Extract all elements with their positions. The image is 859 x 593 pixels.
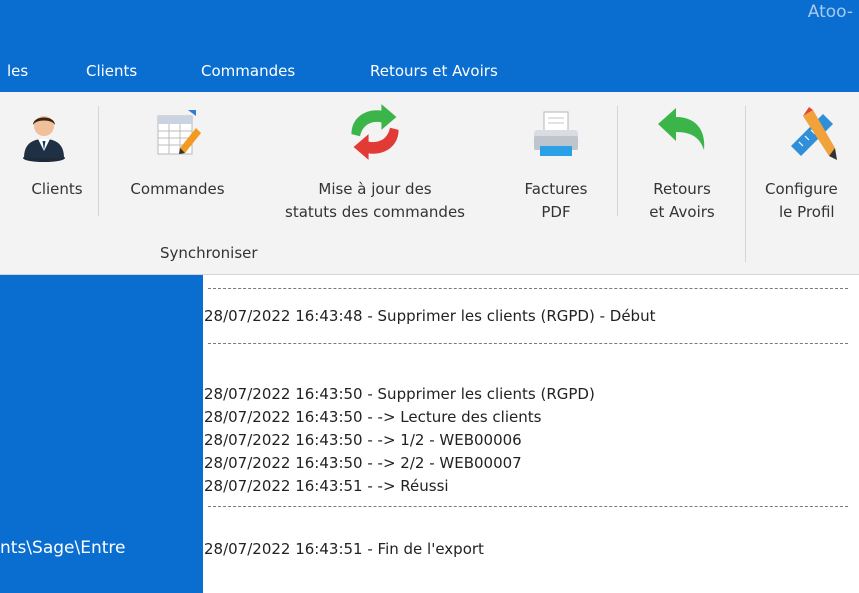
log-separator [208,288,848,289]
log-separator [208,343,848,344]
retours-label: Retours et Avoirs [627,178,737,224]
pencil-ruler-icon [791,107,837,160]
folder-path: nts\Sage\Entre [0,538,126,558]
sync-status-button[interactable]: Mise à jour des statuts des commandes [255,92,495,242]
ribbon-separator [98,106,99,216]
factures-label: Factures PDF [505,178,607,224]
log-line: 28/07/2022 16:43:48 - Supprimer les clie… [204,307,656,325]
printer-icon [534,111,578,156]
sync-status-label-line1: Mise à jour des [318,180,432,198]
menu-item-retours-avoirs[interactable]: Retours et Avoirs [370,62,498,80]
log-line: 28/07/2022 16:43:50 - -> Lecture des cli… [204,408,542,426]
retours-avoirs-button[interactable]: Retours et Avoirs [627,92,737,242]
sync-status-label: Mise à jour des statuts des commandes [255,178,495,224]
factures-label-line1: Factures [524,180,588,198]
menu-item-commandes[interactable]: Commandes [201,62,295,80]
profil-label-line2: le Profil [779,203,835,221]
log-line: 28/07/2022 16:43:51 - Fin de l'export [204,540,484,558]
log-line: 28/07/2022 16:43:50 - Supprimer les clie… [204,385,595,403]
app-title: Atoo- [807,2,853,22]
title-bar: Atoo- [0,0,859,56]
menu-item-partial[interactable]: les [7,62,28,80]
clients-button[interactable]: Clients [0,92,98,242]
spreadsheet-edit-icon [157,110,201,155]
commandes-label: Commandes [130,180,225,198]
log-separator [208,506,848,507]
retours-label-line1: Retours [653,180,711,198]
log-line: 28/07/2022 16:43:51 - -> Réussi [204,477,449,495]
profil-label: Configure le Profil [765,178,859,224]
factures-pdf-button[interactable]: Factures PDF [505,92,607,242]
log-line: 28/07/2022 16:43:50 - -> 1/2 - WEB00006 [204,431,522,449]
user-icon [23,116,65,162]
menu-item-clients[interactable]: Clients [86,62,137,80]
group-label-synchroniser: Synchroniser [160,244,258,262]
ribbon: Clients Commandes Mise à jour des statut… [0,92,859,275]
retours-label-line2: et Avoirs [649,203,715,221]
log-line: 28/07/2022 16:43:50 - -> 2/2 - WEB00007 [204,454,522,472]
clients-label: Clients [31,180,83,198]
log-panel[interactable]: 28/07/2022 16:43:48 - Supprimer les clie… [203,275,859,593]
factures-label-line2: PDF [541,203,571,221]
ribbon-separator [745,106,746,262]
commandes-button[interactable]: Commandes [110,92,245,242]
refresh-arrows-icon [351,104,399,160]
ribbon-separator [617,106,618,216]
undo-arrow-icon [658,108,705,150]
configure-profil-button[interactable]: Configure le Profil [755,92,859,242]
menu-bar: les Clients Commandes Retours et Avoirs [0,56,859,92]
sync-status-label-line2: statuts des commandes [285,203,465,221]
profil-label-line1: Configure [765,180,838,198]
